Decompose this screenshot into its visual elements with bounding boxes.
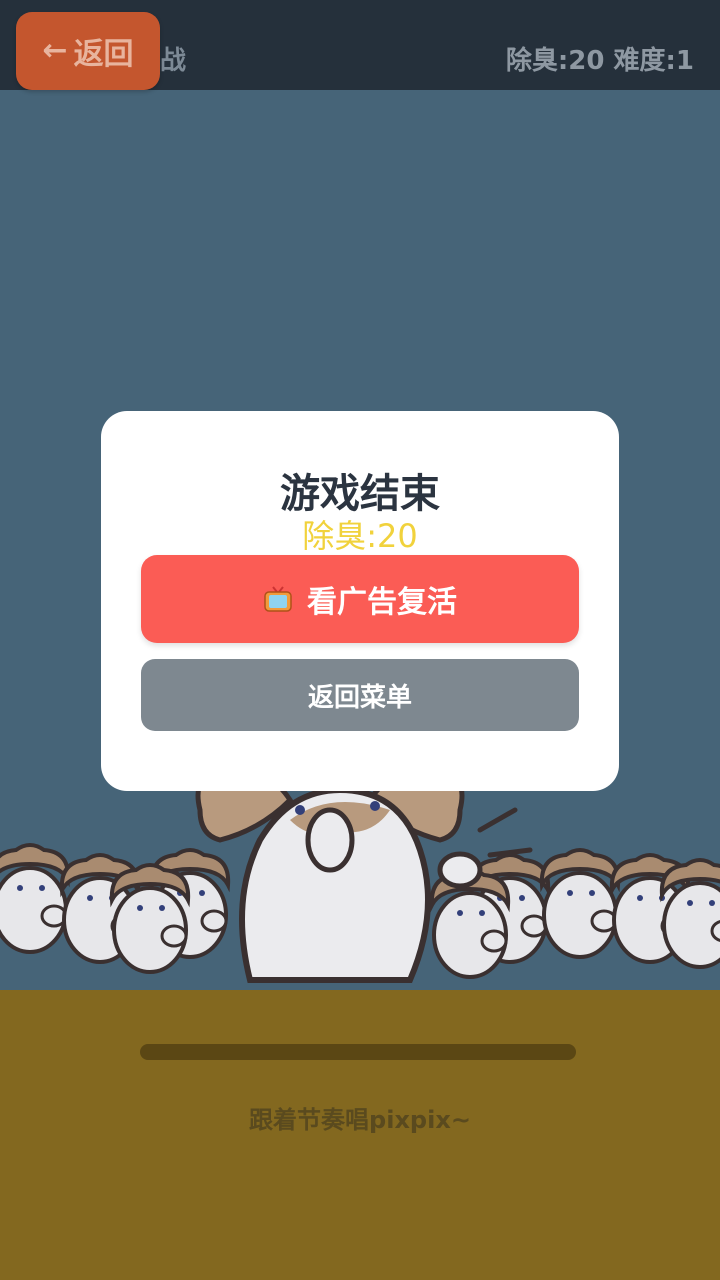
- tv-icon: [264, 586, 292, 612]
- back-button-label: 返回: [73, 37, 134, 72]
- progress-bar: [140, 1044, 576, 1060]
- menu-button-label: 返回菜单: [307, 682, 412, 713]
- hint-text: 跟着节奏唱pixpix~: [249, 1106, 471, 1134]
- level-title: 战: [160, 46, 187, 76]
- game-over-dialog: 游戏结束 除臭:20 看广告复活 返回菜单: [101, 411, 619, 791]
- final-score: 除臭:20: [302, 517, 418, 555]
- watch-ad-revive-button[interactable]: 看广告复活: [141, 555, 579, 643]
- dog-crowd-illustration: [0, 780, 720, 983]
- game-screen: 战 除臭:20 难度:1 ← 返回 跟着节奏唱pixpix~ 游戏结束 除臭:2…: [0, 0, 720, 1280]
- ground: [0, 990, 720, 1280]
- score-difficulty-display: 除臭:20 难度:1: [505, 46, 694, 76]
- back-button[interactable]: ← 返回: [16, 12, 160, 90]
- revive-button-label: 看广告复活: [307, 585, 457, 620]
- left-arrow-icon: ←: [42, 33, 68, 68]
- return-to-menu-button[interactable]: 返回菜单: [141, 659, 579, 731]
